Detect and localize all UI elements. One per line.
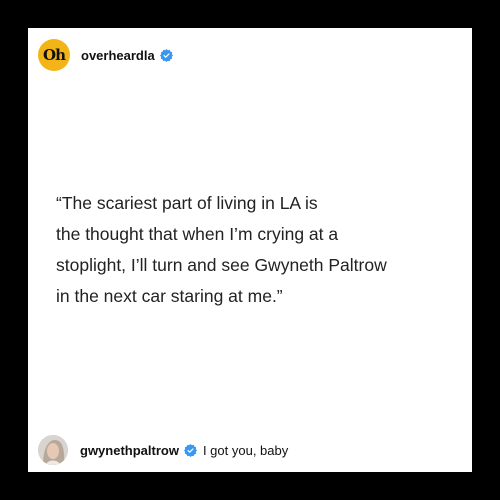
reply-text: I got you, baby [202, 442, 289, 458]
post-header: Oh overheardla [38, 38, 173, 72]
reply-row: gwynethpaltrow I got you, baby [38, 432, 288, 468]
reply-avatar[interactable] [38, 435, 68, 465]
quote-text: “The scariest part of living in LA is th… [56, 193, 387, 306]
account-avatar[interactable]: Oh [38, 39, 70, 71]
account-handle[interactable]: overheardla [81, 48, 155, 63]
verified-badge-icon [183, 443, 197, 457]
post-card: Oh overheardla “The scariest part of liv… [28, 28, 472, 472]
reply-handle[interactable]: gwynethpaltrow [80, 443, 179, 458]
user-avatar-icon [38, 435, 68, 465]
logo-text: Oh [43, 46, 66, 64]
verified-badge-icon [159, 48, 173, 62]
